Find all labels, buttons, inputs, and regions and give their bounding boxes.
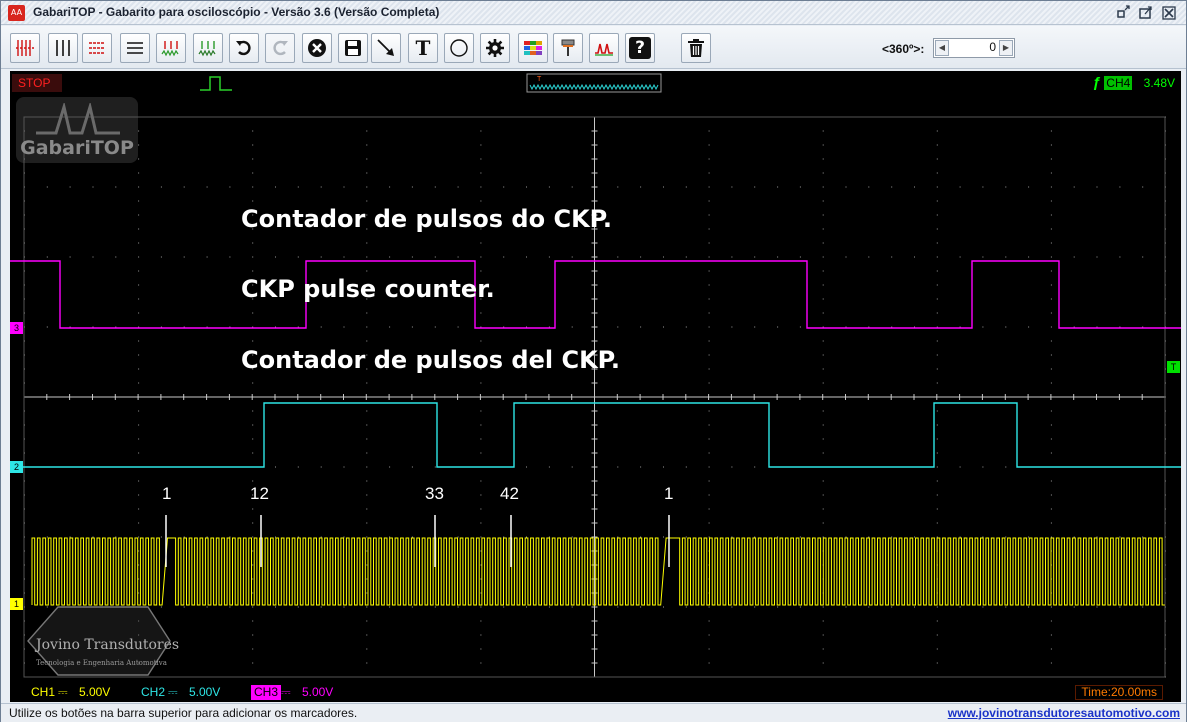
color-palette-button[interactable] [518,33,548,63]
oscilloscope-display[interactable]: GabariTOP Contador de pulsos do CKP. CKP… [10,95,1181,683]
waveform-markers-green-icon [198,41,216,57]
maximize-icon[interactable] [1137,5,1155,21]
close-circle-icon [308,39,326,57]
paint-brush-icon [561,39,575,56]
waveform-overview[interactable]: T [526,72,662,94]
ch3-name: CH3 [251,685,282,700]
paint-brush-button[interactable] [553,33,583,63]
save-icon [345,40,361,56]
restore-down-icon[interactable] [1115,5,1133,21]
horizontal-cursors-red-icon [89,42,105,54]
watermark-jovino-name: Jovino Transdutores [36,637,180,653]
status-message: Utilize os botões na barra superior para… [9,706,358,720]
vertical-cursors-red-icon [16,40,34,56]
color-palette-icon [524,41,542,55]
watermark-jovino-subtitle: Tecnologia e Engenharia Automotiva [36,659,167,667]
ch1-name: CH1 [31,685,56,699]
marker-label: 1 [664,484,674,503]
window-title: GabariTOP - Gabarito para osciloscópio -… [33,5,440,19]
ch3-level-badge[interactable]: 3 [10,322,23,334]
svg-text:T: T [537,76,542,83]
ch1-scale: 5.00V [78,685,111,699]
horizontal-cursors-icon [127,42,143,54]
annotation-portuguese: Contador de pulsos do CKP. [241,205,612,233]
title-bar[interactable]: AA GabariTOP - Gabarito para osciloscópi… [1,1,1186,25]
ch2-scale: 5.00V [188,685,221,699]
marker-label: 12 [250,484,269,503]
rotation-increment-button[interactable]: ▶ [999,40,1013,56]
gabaritop-watermark: GabariTOP [16,97,138,163]
vertical-cursors-button[interactable] [48,33,78,63]
annotation-english: CKP pulse counter. [241,275,495,303]
waveform-peaks-icon [595,43,613,56]
close-circle-button[interactable] [302,33,332,63]
rotation-spinner[interactable]: ◀ 0 ▶ [933,38,1015,58]
dc-coupling-icon: ⎓ [168,685,178,699]
trigger-level-badge[interactable]: T [1167,361,1180,373]
ch2-level-badge[interactable]: 2 [10,461,23,473]
jovino-watermark: Jovino Transdutores Tecnologia e Engenha… [18,603,179,679]
settings-button[interactable] [480,33,510,63]
run-stop-button[interactable]: STOP [12,74,62,92]
settings-gear-icon [486,39,504,57]
arrow-tool-button[interactable] [371,33,401,63]
text-tool-button[interactable]: T [408,33,438,63]
trigger-info: ƒ CH4 3.48V [1093,74,1175,92]
vertical-cursors-red-button[interactable] [10,33,40,63]
timebase-readout[interactable]: Time:20.00ms [1075,685,1163,700]
toolbar: T ? <360º>: ◀ 0 ▶ [1,26,1186,69]
waveform-markers-green-button[interactable] [193,33,223,63]
horizontal-cursors-button[interactable] [120,33,150,63]
close-window-icon[interactable] [1160,5,1178,21]
trigger-channel: CH4 [1104,76,1133,90]
rotation-decrement-button[interactable]: ◀ [935,40,949,56]
circle-tool-button[interactable] [444,33,474,63]
circle-tool-icon [450,39,468,57]
waveform-markers-red-button[interactable] [156,33,186,63]
dc-coupling-icon: ⎓ [58,685,68,699]
website-link[interactable]: www.jovinotransdutoresautomotivo.com [948,706,1180,720]
app-window: AA GabariTOP - Gabarito para osciloscópi… [0,0,1187,722]
dc-coupling-icon: ⎓ [281,685,291,699]
pulse-icon [200,76,232,91]
marker-label: 33 [425,484,444,503]
ch2-info[interactable]: CH2 ⎓ 5.00V [138,685,220,700]
redo-button[interactable] [265,33,295,63]
undo-button[interactable] [229,33,259,63]
trigger-level: 3.48V [1143,76,1175,90]
status-strip: STOP T ƒ CH4 3.48V [10,71,1181,95]
waveform-peaks-button[interactable] [589,33,619,63]
annotation-spanish: Contador de pulsos del CKP. [241,346,620,374]
watermark-gabaritop-text: GabariTOP [20,137,134,159]
delete-button[interactable] [681,33,711,63]
ch3-info[interactable]: CH3 ⎓ 5.00V [251,685,333,700]
text-tool-icon: T [415,36,431,60]
save-button[interactable] [338,33,368,63]
help-button[interactable]: ? [625,33,655,63]
status-bar: Utilize os botões na barra superior para… [1,703,1186,722]
vertical-cursors-icon [56,40,70,56]
app-logo-icon: AA [8,5,25,21]
ch2-name: CH2 [141,685,166,699]
trash-icon [688,39,704,57]
horizontal-cursors-red-button[interactable] [82,33,112,63]
trigger-edge-icon: ƒ [1092,74,1101,91]
ch2-waveform [10,402,1181,468]
marker-label: 1 [162,484,172,503]
channel-info-bar: CH1 ⎓ 5.00V CH2 ⎓ 5.00V CH3 ⎓ 5.00V Time:20… [10,683,1181,702]
rotation-label: <360º>: [882,42,925,56]
help-icon: ? [629,37,651,59]
ch3-scale: 5.00V [301,685,334,699]
scope-canvas [10,116,1181,678]
waveform-markers-red-icon [161,41,179,57]
ch1-info[interactable]: CH1 ⎓ 5.00V [28,685,110,700]
rotation-value: 0 [989,40,996,54]
ch1-waveform [31,537,1165,606]
arrow-tool-icon [377,39,394,56]
watermark-pulse-icon [36,103,120,135]
undo-icon [236,40,251,56]
marker-label: 42 [500,484,519,503]
redo-icon [273,40,288,56]
